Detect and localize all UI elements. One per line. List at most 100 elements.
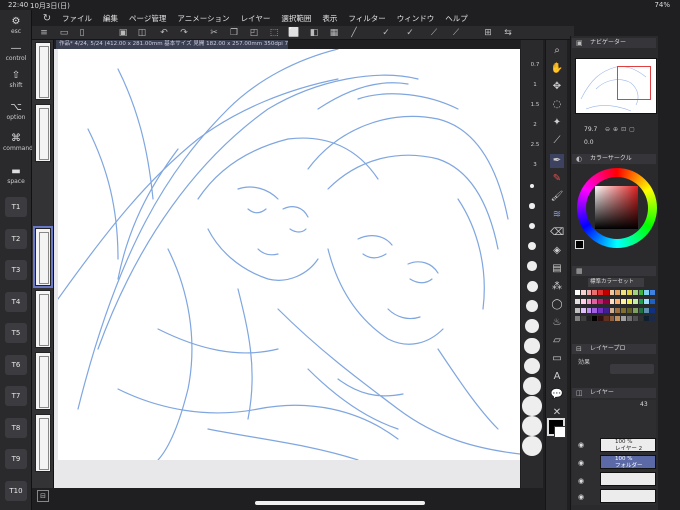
color-swatch[interactable] bbox=[627, 290, 632, 295]
gradient-icon[interactable]: ▤ bbox=[550, 262, 564, 276]
eye-icon[interactable]: ◉ bbox=[576, 440, 586, 450]
layer-row[interactable] bbox=[600, 489, 656, 503]
color-swatch[interactable] bbox=[650, 307, 655, 313]
navigator-header[interactable]: ▣ ナビゲーター bbox=[572, 38, 656, 48]
eye-icon[interactable]: ◉ bbox=[576, 458, 586, 468]
color-swatch[interactable] bbox=[580, 307, 586, 313]
color-swatch[interactable] bbox=[598, 290, 603, 295]
zoom-out-icon[interactable]: ⊖ bbox=[605, 126, 610, 134]
color-swatch[interactable] bbox=[644, 307, 650, 313]
color-swatch[interactable] bbox=[580, 298, 586, 304]
brush-size-dot[interactable] bbox=[527, 261, 537, 271]
option-key[interactable]: ⌥ option bbox=[3, 102, 29, 121]
eye-icon[interactable]: ◉ bbox=[576, 492, 586, 502]
color-swatch[interactable] bbox=[609, 290, 615, 295]
clear-icon[interactable]: ◫ bbox=[136, 27, 148, 39]
blend-icon[interactable]: ♨ bbox=[550, 316, 564, 330]
color-swatch[interactable] bbox=[621, 290, 627, 295]
color-swatch[interactable] bbox=[586, 298, 592, 304]
color-circle-header[interactable]: ◐ カラーサークル bbox=[572, 154, 656, 164]
copy-icon[interactable]: ❐ bbox=[228, 27, 240, 39]
pencil-icon[interactable]: ✎ bbox=[550, 172, 564, 186]
brush-size-dot[interactable] bbox=[522, 396, 542, 416]
color-swatch[interactable] bbox=[575, 298, 580, 304]
paste-icon[interactable]: ◰ bbox=[248, 27, 260, 39]
menu-file[interactable]: ファイル bbox=[62, 13, 92, 24]
menu-layer[interactable]: レイヤー bbox=[241, 13, 271, 24]
space-key[interactable]: ▬ space bbox=[3, 166, 29, 185]
color-swatch[interactable] bbox=[644, 290, 650, 295]
color-swatch[interactable] bbox=[650, 290, 655, 295]
t8-key[interactable]: T8 bbox=[5, 418, 27, 438]
move-icon[interactable]: ✥ bbox=[550, 80, 564, 94]
color-swatch[interactable] bbox=[603, 316, 609, 322]
layer-header[interactable]: ◫ レイヤー bbox=[572, 388, 656, 398]
color-swatch[interactable] bbox=[650, 316, 655, 322]
new-icon[interactable]: ▭ bbox=[58, 27, 70, 39]
current-color-chip[interactable] bbox=[575, 240, 584, 249]
color-swatch[interactable] bbox=[609, 298, 615, 304]
color-swatch[interactable] bbox=[632, 307, 638, 313]
brush-size-option[interactable]: 2 bbox=[528, 122, 542, 128]
lasso-icon[interactable]: ◌ bbox=[550, 98, 564, 112]
menu-page[interactable]: ページ管理 bbox=[129, 13, 166, 24]
color-swatch[interactable] bbox=[621, 307, 627, 313]
layer-property-header[interactable]: ⊟ レイヤープロ bbox=[572, 344, 656, 354]
pen-icon[interactable]: ✒ bbox=[550, 154, 564, 168]
color-swatch[interactable] bbox=[650, 298, 655, 304]
color-swatch[interactable] bbox=[644, 316, 650, 322]
color-set-header[interactable]: ▦ bbox=[572, 266, 656, 276]
fit-icon[interactable]: ⊡ bbox=[621, 126, 626, 134]
effect-buttons[interactable] bbox=[610, 364, 654, 374]
color-swatch[interactable] bbox=[621, 298, 627, 304]
check-icon[interactable]: ✓ bbox=[404, 27, 416, 39]
text-icon[interactable]: A bbox=[550, 370, 564, 384]
hamburger-icon[interactable]: ≡ bbox=[38, 27, 50, 39]
brush-size-dot[interactable] bbox=[526, 280, 538, 292]
eyedropper-icon[interactable]: ⟋ bbox=[550, 134, 564, 148]
redo-icon[interactable]: ↷ bbox=[178, 27, 190, 39]
brush-size-option[interactable]: 1 bbox=[528, 82, 542, 88]
color-swatch[interactable] bbox=[592, 316, 598, 322]
color-swatch[interactable] bbox=[627, 307, 632, 313]
menu-help[interactable]: ヘルプ bbox=[445, 13, 468, 24]
undo-icon[interactable]: ↶ bbox=[158, 27, 170, 39]
saturation-value-square[interactable] bbox=[595, 186, 638, 229]
page-thumb[interactable] bbox=[35, 42, 51, 100]
page-thumb[interactable] bbox=[35, 352, 51, 410]
magnifier-icon[interactable]: ⌕ bbox=[550, 44, 564, 58]
airbrush-icon[interactable]: ≋ bbox=[550, 208, 564, 222]
page-thumb-selected[interactable] bbox=[33, 226, 53, 288]
menu-filter[interactable]: フィルター bbox=[348, 13, 385, 24]
menu-animation[interactable]: アニメーション bbox=[177, 13, 229, 24]
color-swatch[interactable] bbox=[580, 316, 586, 322]
color-swatch[interactable] bbox=[638, 290, 644, 295]
color-swatch[interactable] bbox=[575, 307, 580, 313]
app-logo-icon[interactable]: ↻ bbox=[38, 11, 56, 25]
grid-icon[interactable]: ▦ bbox=[328, 27, 340, 39]
navigator-viewport-rect[interactable] bbox=[617, 66, 651, 100]
brush-size-dot[interactable] bbox=[525, 319, 539, 333]
command-key[interactable]: ⌘ command bbox=[3, 133, 33, 152]
color-swatch[interactable] bbox=[615, 316, 621, 322]
save-icon[interactable]: ▣ bbox=[117, 27, 129, 39]
color-swatch[interactable] bbox=[603, 307, 609, 313]
color-swatch[interactable] bbox=[586, 316, 592, 322]
t1-key[interactable]: T1 bbox=[5, 197, 27, 217]
ruler-icon[interactable]: ✓ bbox=[380, 27, 392, 39]
brush-size-dot[interactable] bbox=[522, 436, 542, 456]
t6-key[interactable]: T6 bbox=[5, 355, 27, 375]
frame-icon[interactable]: ⟋ bbox=[450, 27, 462, 39]
document-tab[interactable]: 作品* 4/24, 5/24 (412.00 x 281.00mm 基本サイズ … bbox=[56, 40, 288, 49]
figure-icon[interactable]: ◯ bbox=[550, 298, 564, 312]
t2-key[interactable]: T2 bbox=[5, 229, 27, 249]
menu-selection[interactable]: 選択範囲 bbox=[281, 13, 311, 24]
color-swatch[interactable] bbox=[638, 298, 644, 304]
t7-key[interactable]: T7 bbox=[5, 386, 27, 406]
brush-size-option[interactable]: 2.5 bbox=[528, 142, 542, 148]
layer-row-selected[interactable]: 100 % フォルダー bbox=[600, 455, 656, 469]
decoration-icon[interactable]: ⁂ bbox=[550, 280, 564, 294]
layer-opacity-value[interactable]: 43 bbox=[640, 401, 648, 408]
color-swatch[interactable] bbox=[609, 316, 615, 322]
brush-size-option[interactable]: 1.5 bbox=[528, 102, 542, 108]
